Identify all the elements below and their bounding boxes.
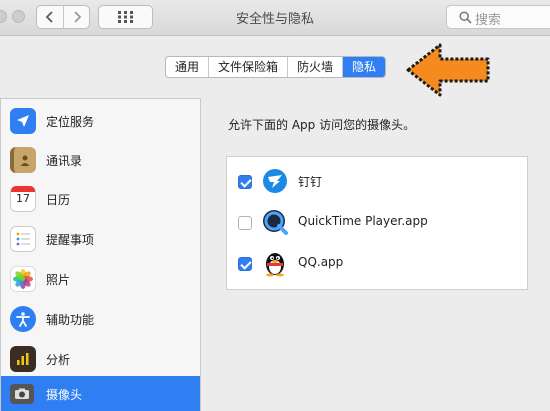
reminders-icon <box>10 226 36 252</box>
sidebar-item-photos[interactable]: 照片 <box>1 259 200 299</box>
qq-penguin-icon <box>261 249 289 277</box>
app-row-quicktime: QuickTime Player.app <box>227 202 527 242</box>
search-icon <box>459 11 472 24</box>
sidebar-item-label: 辅助功能 <box>46 312 95 327</box>
qq-checkbox[interactable] <box>238 257 252 271</box>
accessibility-icon <box>10 306 36 332</box>
app-row-qq: QQ.app <box>227 243 527 283</box>
quicktime-checkbox[interactable] <box>238 216 252 230</box>
app-name: QQ.app <box>298 255 344 269</box>
tab-firewall[interactable]: 防火墙 <box>287 57 342 77</box>
sidebar-item-accessibility[interactable]: 辅助功能 <box>1 299 200 339</box>
sidebar-item-label: 分析 <box>46 352 71 367</box>
dingtalk-checkbox[interactable] <box>238 175 252 189</box>
sidebar-item-label: 通讯录 <box>46 153 83 168</box>
search-field[interactable]: 搜索 <box>446 5 550 29</box>
sidebar-item-label: 日历 <box>46 192 71 207</box>
location-arrow-icon <box>10 108 36 134</box>
sidebar-item-label: 提醒事项 <box>46 232 95 247</box>
calendar-icon: 17 <box>10 186 36 212</box>
sidebar-item-location[interactable]: 定位服务 <box>1 101 200 141</box>
sidebar-item-camera[interactable]: 摄像头 <box>1 376 200 411</box>
camera-icon <box>10 384 34 404</box>
app-access-list: 钉钉 QuickTime Player.app QQ.app <box>226 156 528 290</box>
camera-access-prompt: 允许下面的 App 访问您的摄像头。 <box>228 118 416 132</box>
dingtalk-icon <box>261 167 289 195</box>
app-name: QuickTime Player.app <box>298 214 428 228</box>
quicktime-icon <box>261 208 289 236</box>
analytics-icon <box>10 346 36 372</box>
search-placeholder: 搜索 <box>475 13 502 28</box>
tab-filevault[interactable]: 文件保险箱 <box>208 57 287 77</box>
app-row-dingtalk: 钉钉 <box>227 161 527 201</box>
privacy-category-list: 定位服务 通讯录 17 日历 提醒事项 照片 辅助功能 分析 摄像头 <box>0 98 201 411</box>
sidebar-item-label: 定位服务 <box>46 114 95 129</box>
tab-bar: 通用 文件保险箱 防火墙 隐私 <box>165 56 387 78</box>
sidebar-item-calendar[interactable]: 17 日历 <box>1 179 200 219</box>
window-toolbar: 安全性与隐私 搜索 <box>0 0 550 36</box>
contacts-book-icon <box>10 147 36 173</box>
sidebar-item-analytics[interactable]: 分析 <box>1 339 200 379</box>
sidebar-item-label: 照片 <box>46 272 71 287</box>
photos-icon <box>10 266 36 292</box>
app-name: 钉钉 <box>298 175 323 189</box>
annotation-arrow-icon <box>406 43 490 97</box>
sidebar-item-contacts[interactable]: 通讯录 <box>1 140 200 180</box>
sidebar-item-reminders[interactable]: 提醒事项 <box>1 219 200 259</box>
sidebar-item-label: 摄像头 <box>46 387 83 402</box>
tab-general[interactable]: 通用 <box>166 57 208 77</box>
tab-privacy[interactable]: 隐私 <box>342 57 386 77</box>
